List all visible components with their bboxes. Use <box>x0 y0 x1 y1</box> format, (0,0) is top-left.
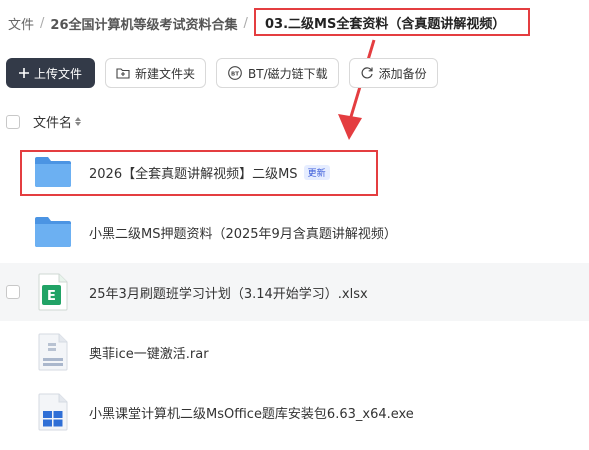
bt-icon: BT <box>227 66 243 80</box>
svg-text:E: E <box>47 289 56 304</box>
excel-file-icon: E <box>34 272 72 312</box>
add-backup-button-label: 添加备份 <box>378 66 427 81</box>
list-header: 文件名 <box>6 112 82 131</box>
file-name[interactable]: 奥菲ice一键激活.rar <box>89 343 209 362</box>
plus-icon <box>18 68 29 78</box>
file-manager: 文件 / 26全国计算机等级考试资料合集 / 03.二级MS全套资料（含真题讲解… <box>0 0 589 450</box>
svg-text:BT: BT <box>231 71 239 77</box>
add-backup-button[interactable]: 添加备份 <box>348 58 438 88</box>
toolbar: 上传文件 新建文件夹 BT BT/磁力链下载 添加备份 <box>6 58 438 88</box>
upload-button-label: 上传文件 <box>33 66 82 81</box>
bt-magnet-download-button[interactable]: BT BT/磁力链下载 <box>216 58 339 88</box>
upload-button[interactable]: 上传文件 <box>6 58 95 88</box>
file-name[interactable]: 小黑二级MS押题资料（2025年9月含真题讲解视频） <box>89 223 397 242</box>
new-folder-button-label: 新建文件夹 <box>135 66 196 81</box>
row-checkbox[interactable] <box>6 285 20 299</box>
rar-file-icon <box>34 332 72 372</box>
refresh-icon <box>360 66 374 80</box>
select-all-checkbox[interactable] <box>6 114 20 129</box>
list-item[interactable]: 奥菲ice一键激活.rar <box>0 323 589 381</box>
new-folder-icon <box>116 67 130 79</box>
exe-file-icon <box>34 392 72 432</box>
list-item[interactable]: 小黑课堂计算机二级MsOffice题库安装包6.63_x64.exe <box>0 383 589 441</box>
sort-icon[interactable] <box>75 117 82 126</box>
file-name[interactable]: 小黑课堂计算机二级MsOffice题库安装包6.63_x64.exe <box>89 403 414 422</box>
highlight-box <box>20 150 378 196</box>
new-folder-button[interactable]: 新建文件夹 <box>105 58 207 88</box>
filename-column-header[interactable]: 文件名 <box>33 112 72 131</box>
bt-button-label: BT/磁力链下载 <box>248 66 328 81</box>
list-item[interactable]: 小黑二级MS押题资料（2025年9月含真题讲解视频） <box>0 203 589 261</box>
folder-icon <box>34 212 72 252</box>
list-item[interactable]: E 25年3月刷题班学习计划（3.14开始学习）.xlsx <box>0 263 589 321</box>
file-name[interactable]: 25年3月刷题班学习计划（3.14开始学习）.xlsx <box>89 283 368 302</box>
